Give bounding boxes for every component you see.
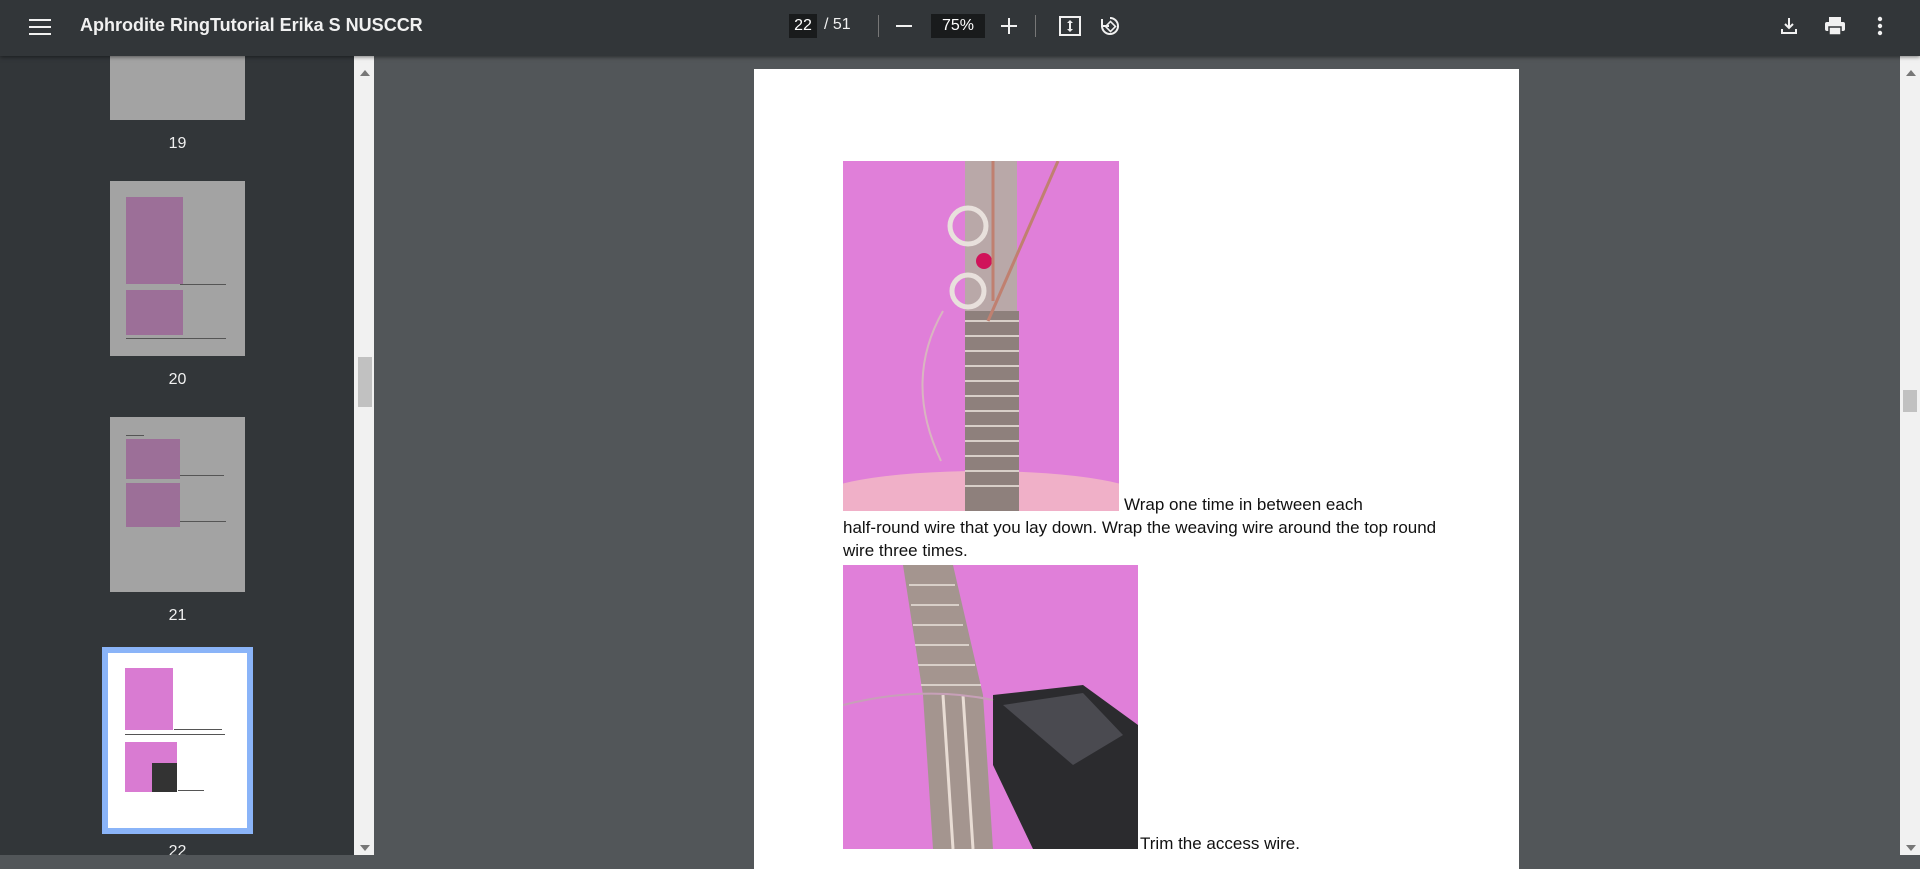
thumbnail-label: 19 <box>168 135 187 152</box>
sidebar-scrollbar[interactable] <box>354 56 374 855</box>
scroll-down-arrow[interactable] <box>360 845 370 851</box>
menu-icon[interactable] <box>22 9 58 45</box>
thumbnail-image <box>126 483 180 527</box>
page-thumbnail-22[interactable] <box>102 647 253 834</box>
caption-step-1: half-round wire that you lay down. Wrap … <box>843 518 1437 560</box>
tutorial-photo-trimming <box>843 565 1138 849</box>
toolbar-divider <box>878 15 879 37</box>
thumbnail-text-line <box>126 338 226 339</box>
thumbnail-text-line <box>180 521 226 522</box>
zoom-level-input[interactable]: 75% <box>931 14 985 38</box>
page-thumbnail-21[interactable] <box>110 417 245 592</box>
print-icon[interactable] <box>1817 8 1853 44</box>
caption-step-2: Trim the access wire. <box>1140 834 1300 853</box>
scrollbar-thumb[interactable] <box>1903 390 1917 412</box>
thumbnail-image <box>126 197 183 284</box>
thumbnail-text-line <box>178 790 204 791</box>
thumbnail-image <box>152 763 177 792</box>
total-pages: / 51 <box>824 16 851 33</box>
caption-step-1-start: Wrap one time in between each <box>1124 495 1363 514</box>
more-icon[interactable] <box>1862 8 1898 44</box>
tutorial-photo-weaving <box>843 161 1119 511</box>
thumbnail-text-line <box>180 475 224 476</box>
pdf-toolbar: Aphrodite RingTutorial Erika S NUSCCR 22… <box>0 0 1920 56</box>
thumbnail-image <box>126 290 183 335</box>
thumbnail-label: 21 <box>168 607 187 624</box>
document-title: Aphrodite RingTutorial Erika S NUSCCR <box>80 15 423 35</box>
main-scrollbar[interactable] <box>1900 56 1920 855</box>
scroll-down-arrow[interactable] <box>1906 845 1916 851</box>
rotate-icon[interactable] <box>1092 8 1128 44</box>
thumbnail-text-line <box>126 435 144 436</box>
zoom-out-icon[interactable] <box>886 8 922 44</box>
page-number-input[interactable]: 22 <box>789 14 817 38</box>
download-icon[interactable] <box>1771 8 1807 44</box>
pdf-page: Wrap one time in between each half-round… <box>754 69 1519 869</box>
thumbnail-text-line <box>180 284 226 285</box>
page-thumbnail-20[interactable] <box>110 181 245 356</box>
scroll-up-arrow[interactable] <box>1906 70 1916 76</box>
thumbnail-label: 20 <box>168 371 187 388</box>
thumbnail-image <box>126 439 180 479</box>
document-viewer: Wrap one time in between each half-round… <box>374 56 1900 869</box>
fit-page-icon[interactable] <box>1052 8 1088 44</box>
toolbar-divider <box>1035 15 1036 37</box>
scroll-up-arrow[interactable] <box>360 70 370 76</box>
page-thumbnail-19[interactable] <box>110 56 245 120</box>
zoom-in-icon[interactable] <box>991 8 1027 44</box>
thumbnail-text-line <box>174 729 222 730</box>
thumbnail-image <box>125 668 173 730</box>
thumbnail-sidebar: 19 20 21 22 <box>0 56 354 855</box>
thumbnail-label: 22 <box>168 843 187 855</box>
scrollbar-thumb[interactable] <box>358 357 372 407</box>
thumbnail-text-line <box>125 734 225 735</box>
